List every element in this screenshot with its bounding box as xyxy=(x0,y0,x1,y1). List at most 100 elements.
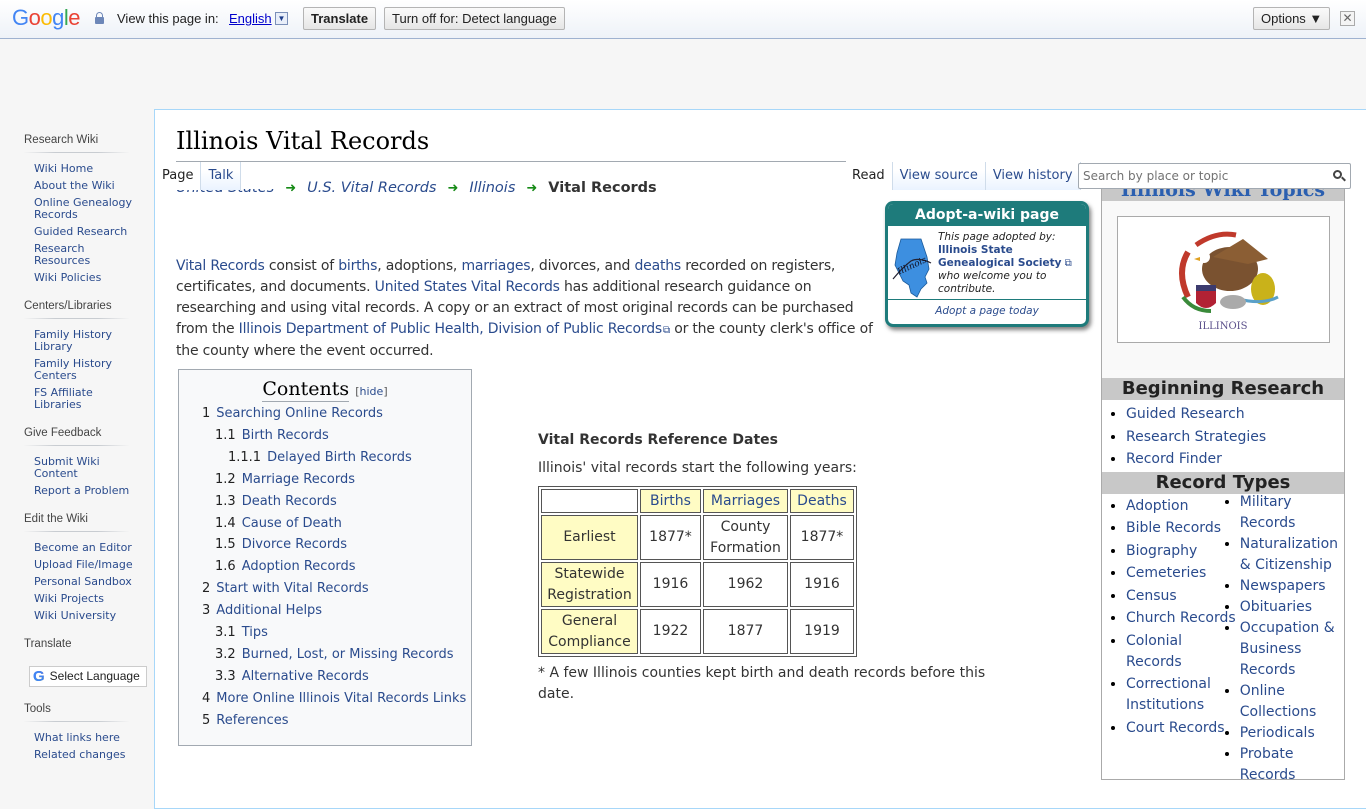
language-dropdown-icon[interactable]: ▼ xyxy=(275,12,288,25)
intro-link[interactable]: births xyxy=(338,258,377,274)
sidebar-link[interactable]: Related changes xyxy=(34,748,126,761)
topic-link[interactable]: Correctional Institutions xyxy=(1126,676,1211,713)
toc-item[interactable]: 1.4 Cause of Death xyxy=(179,513,471,535)
topic-link[interactable]: Church Records xyxy=(1126,610,1236,626)
intro-link[interactable]: Illinois Department of Public Health, Di… xyxy=(239,321,670,337)
topic-link[interactable]: Cemeteries xyxy=(1126,565,1206,581)
sidebar-item-sandbox[interactable]: Personal Sandbox xyxy=(34,573,134,590)
sidebar-item-university[interactable]: Wiki University xyxy=(34,607,134,624)
toc-link[interactable]: Delayed Birth Records xyxy=(267,450,412,465)
sidebar-item-online-records[interactable]: Online Genealogy Records xyxy=(34,194,134,223)
sidebar-item-wiki-home[interactable]: Wiki Home xyxy=(34,160,134,177)
illinois-seal-image[interactable]: ILLINOIS xyxy=(1116,216,1330,343)
sidebar-item-fhc[interactable]: Family History Centers xyxy=(34,355,134,384)
sidebar-link[interactable]: Family History Centers xyxy=(34,357,112,382)
list-item[interactable]: Correctional Institutions xyxy=(1126,674,1240,716)
list-item[interactable]: Adoption xyxy=(1126,496,1240,517)
sidebar-link[interactable]: Wiki Policies xyxy=(34,271,101,284)
tab-view-history-link[interactable]: View history xyxy=(993,168,1073,183)
toc-link[interactable]: References xyxy=(216,713,288,728)
col-header-marriages[interactable]: Marriages xyxy=(703,489,788,513)
toc-item[interactable]: 1.3 Death Records xyxy=(179,491,471,513)
topic-link[interactable]: Guided Research xyxy=(1126,406,1245,422)
toc-item[interactable]: 5 References xyxy=(179,710,471,732)
sidebar-item-research-resources[interactable]: Research Resources xyxy=(34,240,134,269)
sidebar-link[interactable]: Online Genealogy Records xyxy=(34,196,132,221)
topic-link[interactable]: Record Finder xyxy=(1126,451,1222,467)
topic-link[interactable]: Military Records xyxy=(1240,494,1296,531)
intro-link[interactable]: Vital Records xyxy=(176,258,265,274)
toc-item[interactable]: 3 Additional Helps xyxy=(179,600,471,622)
col-header-deaths[interactable]: Deaths xyxy=(790,489,854,513)
toc-link[interactable]: More Online Illinois Vital Records Links xyxy=(216,691,466,706)
toc-link[interactable]: Start with Vital Records xyxy=(216,581,368,596)
toc-link[interactable]: Searching Online Records xyxy=(216,406,383,421)
toc-link[interactable]: Alternative Records xyxy=(242,669,369,684)
toc-item[interactable]: 3.1 Tips xyxy=(179,622,471,644)
search-icon[interactable] xyxy=(1332,169,1346,183)
sidebar-link[interactable]: Wiki University xyxy=(34,609,116,622)
sidebar-item-report-problem[interactable]: Report a Problem xyxy=(34,482,134,499)
adopt-org-link[interactable]: Illinois State Genealogical Society xyxy=(938,244,1062,269)
list-item[interactable]: Naturalization & Citizenship xyxy=(1240,534,1344,576)
toc-link[interactable]: Divorce Records xyxy=(242,537,347,552)
toc-item[interactable]: 1.2 Marriage Records xyxy=(179,469,471,491)
sidebar-link[interactable]: Submit Wiki Content xyxy=(34,455,100,480)
topic-link[interactable]: Research Strategies xyxy=(1126,429,1266,445)
toc-item[interactable]: 1.1 Birth Records xyxy=(179,425,471,447)
toc-item[interactable]: 1 Searching Online Records xyxy=(179,403,471,425)
toc-hide-link[interactable]: hide xyxy=(360,385,384,398)
sidebar-link[interactable]: Wiki Projects xyxy=(34,592,104,605)
tab-talk-link[interactable]: Talk xyxy=(208,168,233,183)
sidebar-item-fs-affiliate[interactable]: FS Affiliate Libraries xyxy=(34,384,134,413)
toc-item[interactable]: 3.3 Alternative Records xyxy=(179,666,471,688)
tab-view-source-link[interactable]: View source xyxy=(900,168,978,183)
list-item[interactable]: Court Records xyxy=(1126,718,1240,739)
sidebar-item-submit-content[interactable]: Submit Wiki Content xyxy=(34,453,134,482)
sidebar-link[interactable]: Personal Sandbox xyxy=(34,575,132,588)
list-item[interactable]: Obituaries xyxy=(1240,597,1344,618)
toc-link[interactable]: Cause of Death xyxy=(242,516,342,531)
list-item[interactable]: Church Records xyxy=(1126,608,1240,629)
sidebar-item-wiki-policies[interactable]: Wiki Policies xyxy=(34,269,134,286)
sidebar-link[interactable]: Guided Research xyxy=(34,225,127,238)
toc-item[interactable]: 1.1.1 Delayed Birth Records xyxy=(179,447,471,469)
toc-link[interactable]: Marriage Records xyxy=(242,472,355,487)
intro-link[interactable]: United States Vital Records xyxy=(375,279,560,295)
select-language-widget[interactable]: G Select Language xyxy=(29,666,147,687)
toc-link[interactable]: Tips xyxy=(242,625,268,640)
list-item[interactable]: Guided Research xyxy=(1126,403,1344,426)
tab-view-source[interactable]: View source xyxy=(892,162,986,190)
list-item[interactable]: Online Collections xyxy=(1240,681,1344,723)
list-item[interactable]: Newspapers xyxy=(1240,576,1344,597)
topic-link[interactable]: Court Records xyxy=(1126,720,1225,736)
sidebar-link[interactable]: What links here xyxy=(34,731,120,744)
sidebar-item-what-links[interactable]: What links here xyxy=(34,729,134,746)
sidebar-item-about[interactable]: About the Wiki xyxy=(34,177,134,194)
list-item[interactable]: Biography xyxy=(1126,541,1240,562)
list-item[interactable]: Colonial Records xyxy=(1126,631,1240,673)
breadcrumb-us-vital-records[interactable]: U.S. Vital Records xyxy=(307,180,436,196)
sidebar-link[interactable]: Research Resources xyxy=(34,242,90,267)
sidebar-link[interactable]: About the Wiki xyxy=(34,179,115,192)
tab-read[interactable]: Read xyxy=(845,162,893,190)
sidebar-item-guided-research[interactable]: Guided Research xyxy=(34,223,134,240)
toc-item[interactable]: 1.6 Adoption Records xyxy=(179,556,471,578)
toc-link[interactable]: Birth Records xyxy=(242,428,329,443)
toc-hide-toggle[interactable]: [hide] xyxy=(355,385,387,398)
translate-button[interactable]: Translate xyxy=(303,7,377,30)
sidebar-item-related-changes[interactable]: Related changes xyxy=(34,746,134,763)
tab-view-history[interactable]: View history xyxy=(985,162,1081,190)
topic-link[interactable]: Online Collections xyxy=(1240,683,1317,720)
toc-item[interactable]: 2 Start with Vital Records xyxy=(179,578,471,600)
list-item[interactable]: Probate Records xyxy=(1240,744,1344,786)
sidebar-item-become-editor[interactable]: Become an Editor xyxy=(34,539,134,556)
tab-page[interactable]: Page xyxy=(155,162,202,190)
toc-link[interactable]: Additional Helps xyxy=(216,603,322,618)
list-item[interactable]: Occupation & Business Records xyxy=(1240,618,1344,681)
language-link[interactable]: English xyxy=(229,11,272,26)
sidebar-link[interactable]: Become an Editor xyxy=(34,541,132,554)
toc-item[interactable]: 4 More Online Illinois Vital Records Link… xyxy=(179,688,471,710)
topic-link[interactable]: Obituaries xyxy=(1240,599,1312,615)
sidebar-link[interactable]: FS Affiliate Libraries xyxy=(34,386,93,411)
